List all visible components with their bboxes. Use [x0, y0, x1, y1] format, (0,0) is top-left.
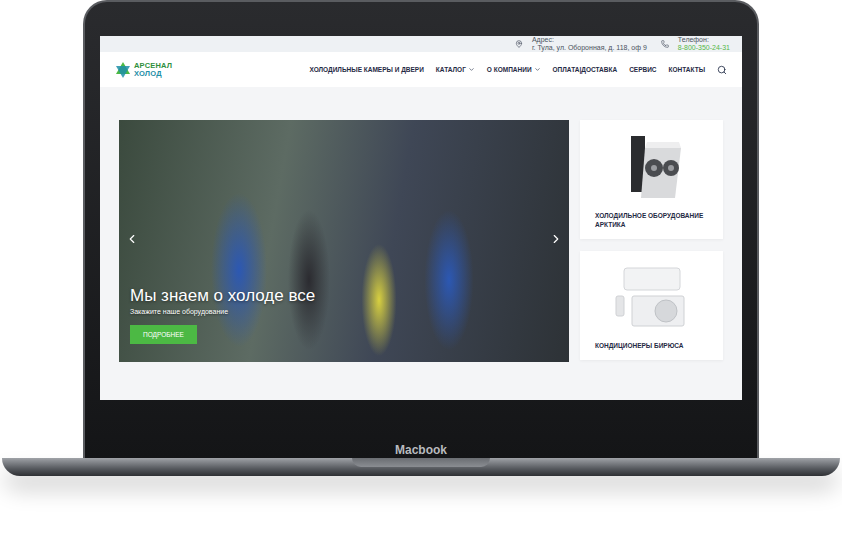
search-icon[interactable]	[717, 65, 727, 75]
chevron-right-icon	[549, 232, 563, 246]
air-conditioner-icon	[612, 264, 692, 332]
prev-arrow[interactable]	[125, 232, 139, 246]
top-bar: Адрес:г. Тула, ул. Оборонная, д. 118, оф…	[100, 36, 742, 52]
phone-icon	[661, 40, 669, 48]
logo-line: ХОЛОД	[134, 70, 172, 78]
logo-icon	[114, 61, 132, 79]
card-label: КОНДИЦИОНЕРЫ БИРЮСА	[595, 341, 708, 350]
menu-item[interactable]: КАТАЛОГ	[436, 66, 475, 73]
category-card[interactable]: ХОЛОДИЛЬНОЕ ОБОРУДОВАНИЕ АРКТИКА	[580, 120, 723, 239]
phone: Телефон:8-800-350-24-31	[661, 36, 730, 52]
screen: Адрес:г. Тула, ул. Оборонная, д. 118, оф…	[100, 36, 742, 400]
address: Адрес:г. Тула, ул. Оборонная, д. 118, оф…	[515, 36, 647, 52]
hero-subtitle: Закажите наше оборудование	[130, 307, 228, 317]
condenser-unit-icon	[617, 132, 687, 204]
menu-item[interactable]: КОНТАКТЫ	[669, 66, 705, 73]
laptop-lid: Адрес:г. Тула, ул. Оборонная, д. 118, оф…	[83, 0, 759, 458]
bezel: Macbook	[102, 400, 740, 458]
address-text: Адрес:г. Тула, ул. Оборонная, д. 118, оф…	[532, 36, 647, 52]
menu-item[interactable]: ХОЛОДИЛЬНЫЕ КАМЕРЫ И ДВЕРИ	[309, 66, 423, 73]
card-label: ХОЛОДИЛЬНОЕ ОБОРУДОВАНИЕ АРКТИКА	[595, 211, 708, 229]
card-image	[595, 255, 708, 341]
phone-label: Телефон:	[678, 36, 730, 44]
content: Мы знаем о холоде всеЗакажите наше обору…	[100, 87, 742, 400]
chevron-left-icon	[125, 232, 139, 246]
logo-text: АРСЕНАЛХОЛОД	[134, 62, 172, 78]
menu-item[interactable]: ОПЛАТА|ДОСТАВКА	[553, 66, 618, 73]
notch	[352, 458, 490, 467]
hero-caption: Мы знаем о холоде всеЗакажите наше обору…	[130, 286, 315, 344]
menu-item[interactable]: О КОМПАНИИ	[487, 66, 541, 73]
device-label: Macbook	[395, 443, 447, 457]
phone-text: Телефон:8-800-350-24-31	[678, 36, 730, 52]
address-label: Адрес:	[532, 36, 647, 44]
next-arrow[interactable]	[549, 232, 563, 246]
more-button[interactable]: ПОДРОБНЕЕ	[130, 325, 197, 344]
category-cards: ХОЛОДИЛЬНОЕ ОБОРУДОВАНИЕ АРКТИКА КОНДИЦИО…	[580, 120, 723, 360]
logo-line: АРСЕНАЛ	[134, 62, 172, 70]
hero-title: Мы знаем о холоде все	[130, 286, 315, 306]
card-image	[595, 124, 708, 211]
chevron-down-icon	[468, 66, 475, 73]
navbar: АРСЕНАЛХОЛОД ХОЛОДИЛЬНЫЕ КАМЕРЫ И ДВЕРИ КА…	[100, 52, 742, 87]
category-card[interactable]: КОНДИЦИОНЕРЫ БИРЮСА	[580, 251, 723, 360]
laptop-base	[2, 458, 840, 476]
location-icon	[515, 40, 523, 48]
phone-value[interactable]: 8-800-350-24-31	[678, 44, 730, 52]
menu-item[interactable]: СЕРВИС	[629, 66, 656, 73]
page: Адрес:г. Тула, ул. Оборонная, д. 118, оф…	[0, 0, 842, 536]
logo[interactable]: АРСЕНАЛХОЛОД	[114, 61, 172, 79]
chevron-down-icon	[534, 66, 541, 73]
address-value: г. Тула, ул. Оборонная, д. 118, оф 9	[532, 44, 647, 52]
hero-slider: Мы знаем о холоде всеЗакажите наше обору…	[119, 120, 569, 362]
menu: ХОЛОДИЛЬНЫЕ КАМЕРЫ И ДВЕРИ КАТАЛОГ О КОМПА…	[309, 65, 727, 75]
